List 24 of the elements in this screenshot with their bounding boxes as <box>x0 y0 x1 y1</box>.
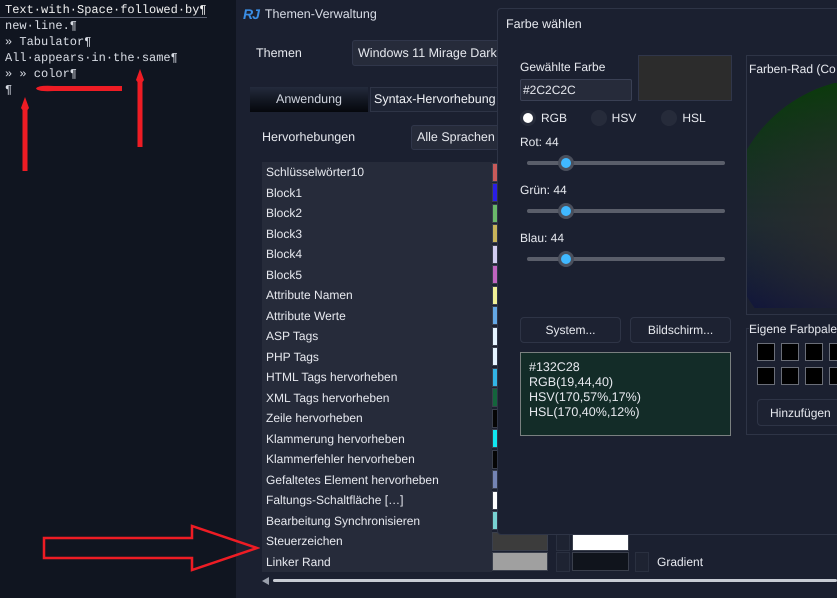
code-line: Text·with·Space·followed·by¶ <box>0 2 207 18</box>
code-line: All·appears·in·the·same¶ <box>4 50 178 66</box>
code-line: » Tabulator¶ <box>4 34 92 50</box>
field-label: Hervorhebungen <box>261 129 356 146</box>
color-info-line: #132C28 <box>529 360 581 375</box>
code-line: new·line.¶ <box>4 18 78 34</box>
color-info-line: HSL(170,40%,12%) <box>529 405 640 420</box>
app-logo: RJ <box>243 4 259 24</box>
slider-label: Rot: 44 <box>520 134 560 149</box>
dialog-title: Farbe wählen <box>506 16 582 33</box>
field-label: Themen <box>255 44 303 62</box>
slider-label: Grün: 44 <box>520 182 568 197</box>
radio-label: RGB <box>541 110 568 127</box>
slider-label: Blau: 44 <box>520 230 566 245</box>
option-label: Gradient <box>657 554 704 571</box>
color-info-line: RGB(19,44,40) <box>529 375 614 390</box>
radio-label: HSL <box>682 110 706 127</box>
window-title: Themen-Verwaltung <box>264 6 377 23</box>
field-label: Gewählte Farbe <box>520 59 606 74</box>
radio-label: HSV <box>612 110 636 127</box>
code-line: » » color¶ <box>4 66 78 82</box>
code-line: ¶ <box>4 82 12 98</box>
color-info-line: HSV(170,57%,17%) <box>529 390 642 405</box>
group-title: Farben-Rad (Co <box>748 61 837 78</box>
